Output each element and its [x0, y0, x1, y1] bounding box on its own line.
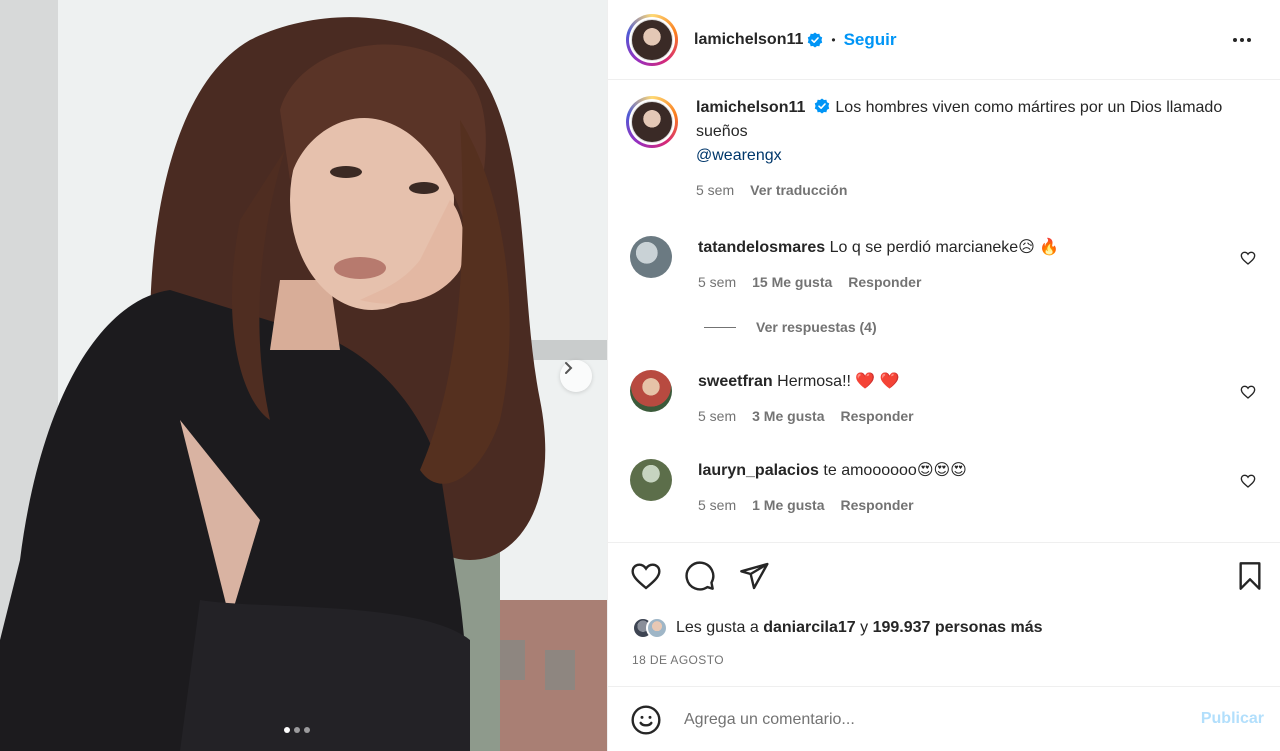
comment-body: tatandelosmares Lo q se perdió marcianek…: [698, 236, 1238, 294]
view-replies-button[interactable]: Ver respuestas (4): [704, 319, 877, 335]
verified-badge-icon: [815, 98, 830, 114]
comment-meta: 5 sem 3 Me gusta Responder: [698, 404, 1238, 428]
commenter-username[interactable]: tatandelosmares: [698, 239, 825, 256]
separator-dot: •: [831, 32, 836, 47]
avatar-image: [631, 101, 673, 143]
divider: [608, 686, 1280, 687]
verified-badge-icon: [808, 32, 823, 47]
comment-time: 5 sem: [698, 408, 737, 424]
reply-button[interactable]: Responder: [840, 404, 913, 428]
replies-line: [704, 326, 736, 328]
comment-time: 5 sem: [698, 274, 737, 290]
carousel-indicator: [284, 727, 310, 733]
more-horizontal-icon[interactable]: [1230, 28, 1254, 52]
liker-avatar: [646, 617, 668, 639]
post-panel: lamichelson11 • Seguir lamichelson11 Los…: [607, 0, 1280, 751]
comment-meta: 5 sem 15 Me gusta Responder: [698, 270, 1238, 294]
comment-meta: 5 sem 1 Me gusta Responder: [698, 493, 1238, 517]
view-replies-label: Ver respuestas (4): [756, 319, 877, 335]
commenter-avatar[interactable]: [630, 370, 672, 412]
likes-middle: y: [860, 619, 869, 636]
carousel-dot: [294, 727, 300, 733]
comment-bubble-icon[interactable]: [684, 560, 716, 592]
comment-item: lauryn_palacios te amoooooo😍😍😍 5 sem 1 M…: [630, 459, 1270, 517]
carousel-dot: [304, 727, 310, 733]
comment-time: 5 sem: [698, 497, 737, 513]
reply-button[interactable]: Responder: [848, 270, 921, 294]
caption-author-avatar[interactable]: [626, 96, 678, 148]
likes-prefix: Les gusta a: [676, 619, 759, 636]
caption-mention-link[interactable]: @wearengx: [696, 144, 1241, 168]
chevron-right-icon: [565, 362, 573, 374]
reply-button[interactable]: Responder: [840, 493, 913, 517]
comment-text: te amoooooo😍😍😍: [823, 462, 967, 479]
bookmark-icon[interactable]: [1234, 560, 1266, 592]
comment-heart-icon[interactable]: [1240, 384, 1256, 400]
carousel-next-button[interactable]: [560, 360, 592, 392]
publish-button[interactable]: Publicar: [1201, 710, 1264, 728]
post-date: 18 DE AGOSTO: [632, 653, 724, 667]
caption-body: lamichelson11 Los hombres viven como már…: [696, 96, 1241, 202]
post-image: [0, 0, 607, 751]
translate-link[interactable]: Ver traducción: [750, 178, 847, 202]
carousel-dot: [284, 727, 290, 733]
commenter-avatar[interactable]: [630, 236, 672, 278]
caption-username[interactable]: lamichelson11: [696, 99, 805, 116]
comment-item: sweetfran Hermosa!! ❤️ ❤️ 5 sem 3 Me gus…: [630, 370, 1270, 428]
heart-icon[interactable]: [630, 560, 662, 592]
comment-item: tatandelosmares Lo q se perdió marcianek…: [630, 236, 1270, 294]
commenter-avatar[interactable]: [630, 459, 672, 501]
follow-button[interactable]: Seguir: [844, 30, 897, 50]
caption-time: 5 sem: [696, 182, 735, 198]
divider: [608, 542, 1280, 543]
post-caption: lamichelson11 Los hombres viven como már…: [626, 96, 1266, 202]
likes-count[interactable]: 199.937 personas más: [873, 619, 1043, 636]
comment-likes[interactable]: 1 Me gusta: [752, 493, 824, 517]
author-avatar[interactable]: [626, 13, 678, 66]
author-username[interactable]: lamichelson11: [694, 31, 803, 49]
likes-summary: Les gusta a daniarcila17 y 199.937 perso…: [632, 617, 1042, 639]
post-header: lamichelson11 • Seguir: [608, 0, 1280, 80]
likes-text: Les gusta a daniarcila17 y 199.937 perso…: [676, 619, 1042, 637]
action-bar: [630, 560, 1264, 596]
liker-username[interactable]: daniarcila17: [763, 619, 856, 636]
comment-text: Hermosa!! ❤️ ❤️: [777, 373, 900, 390]
comment-body: lauryn_palacios te amoooooo😍😍😍 5 sem 1 M…: [698, 459, 1238, 517]
post-photo[interactable]: [0, 0, 607, 751]
comment-likes[interactable]: 15 Me gusta: [752, 270, 832, 294]
comment-body: sweetfran Hermosa!! ❤️ ❤️ 5 sem 3 Me gus…: [698, 370, 1238, 428]
avatar-image: [631, 18, 673, 61]
emoji-smile-icon[interactable]: [630, 704, 662, 736]
comment-input[interactable]: [684, 711, 1164, 729]
commenter-username[interactable]: lauryn_palacios: [698, 462, 819, 479]
caption-meta: 5 sem Ver traducción: [696, 178, 1241, 202]
comment-heart-icon[interactable]: [1240, 250, 1256, 266]
paper-plane-icon[interactable]: [738, 560, 770, 592]
commenter-username[interactable]: sweetfran: [698, 373, 773, 390]
comment-heart-icon[interactable]: [1240, 473, 1256, 489]
comment-likes[interactable]: 3 Me gusta: [752, 404, 824, 428]
add-comment-bar: Publicar: [630, 702, 1264, 738]
comment-text: Lo q se perdió marcianeke😥 🔥: [829, 239, 1060, 256]
